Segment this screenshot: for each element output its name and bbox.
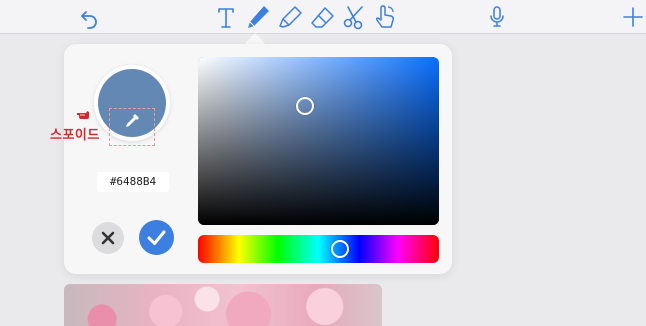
text-t-icon (218, 8, 234, 28)
close-icon (101, 231, 115, 245)
plus-icon (623, 7, 643, 27)
eraser-tool-button[interactable] (308, 3, 336, 31)
hue-slider[interactable] (198, 235, 439, 263)
pen-icon (248, 6, 269, 28)
highlighter-icon (279, 6, 302, 28)
hand-pointer-icon (77, 111, 89, 119)
cancel-button[interactable] (92, 222, 124, 254)
text-tool-button[interactable] (212, 3, 240, 31)
microphone-button[interactable] (483, 3, 511, 31)
eyedropper-icon (126, 114, 139, 127)
pointing-hand-annotation-icon (76, 108, 90, 120)
eraser-icon (311, 7, 334, 28)
undo-icon (81, 11, 97, 29)
hex-value-field[interactable]: #6488B4 (97, 172, 169, 192)
toolbar (0, 0, 646, 34)
touch-tool-button[interactable] (371, 3, 399, 31)
saturation-brightness-area[interactable] (198, 57, 439, 225)
add-button[interactable] (619, 3, 646, 31)
eyedropper-button[interactable] (123, 112, 141, 130)
pointing-hand-icon (375, 5, 394, 28)
confirm-button[interactable] (139, 220, 174, 255)
hue-slider-knob[interactable] (331, 240, 349, 258)
scissors-tool-button[interactable] (340, 3, 368, 31)
eyedropper-annotation-label: 스포이드 (50, 127, 100, 142)
checkmark-icon (147, 230, 166, 245)
screen: 스포이드 #6488B4 (0, 0, 646, 326)
microphone-icon (490, 6, 504, 27)
brightness-layer (198, 57, 439, 225)
scissors-icon (343, 6, 363, 30)
pen-tool-button[interactable] (243, 3, 271, 31)
highlighter-tool-button[interactable] (276, 3, 304, 31)
flower-photo (64, 284, 382, 326)
undo-button[interactable] (76, 3, 104, 31)
saturation-brightness-knob[interactable] (296, 97, 314, 115)
